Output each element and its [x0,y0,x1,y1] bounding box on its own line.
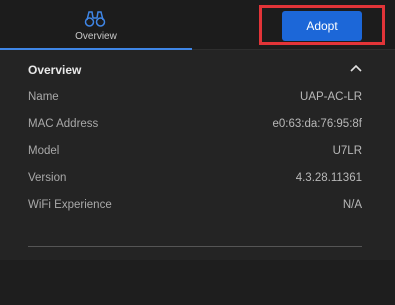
row-label: Model [28,145,60,157]
panel-footer-area [0,260,395,305]
row-value: 4.3.28.11361 [295,172,362,184]
detail-row-model: Model U7LR [28,145,362,161]
row-label: MAC Address [28,118,99,130]
detail-row-mac-address: MAC Address e0:63:da:76:95:8f [28,118,362,134]
section-divider [28,246,362,247]
chevron-up-icon[interactable] [350,64,362,72]
tab-overview[interactable]: Overview [0,0,192,50]
row-label: Version [28,172,67,184]
row-value: N/A [342,199,362,211]
adopt-button[interactable]: Adopt [282,11,362,41]
device-panel: Overview Adopt Overview Name UAP-AC-LR M… [0,0,395,305]
tab-bar-divider [192,49,395,50]
overview-section-header[interactable]: Overview [28,60,364,80]
row-value: U7LR [332,145,362,157]
binoculars-icon [84,11,106,27]
row-label: Name [28,91,59,103]
detail-row-name: Name UAP-AC-LR [28,91,362,107]
row-value: e0:63:da:76:95:8f [272,118,362,130]
row-label: WiFi Experience [28,199,112,211]
row-value: UAP-AC-LR [300,91,362,103]
active-tab-indicator [0,48,192,50]
section-title: Overview [28,63,82,77]
detail-row-wifi-experience: WiFi Experience N/A [28,199,362,215]
detail-row-version: Version 4.3.28.11361 [28,172,362,188]
tab-overview-label: Overview [75,31,117,42]
